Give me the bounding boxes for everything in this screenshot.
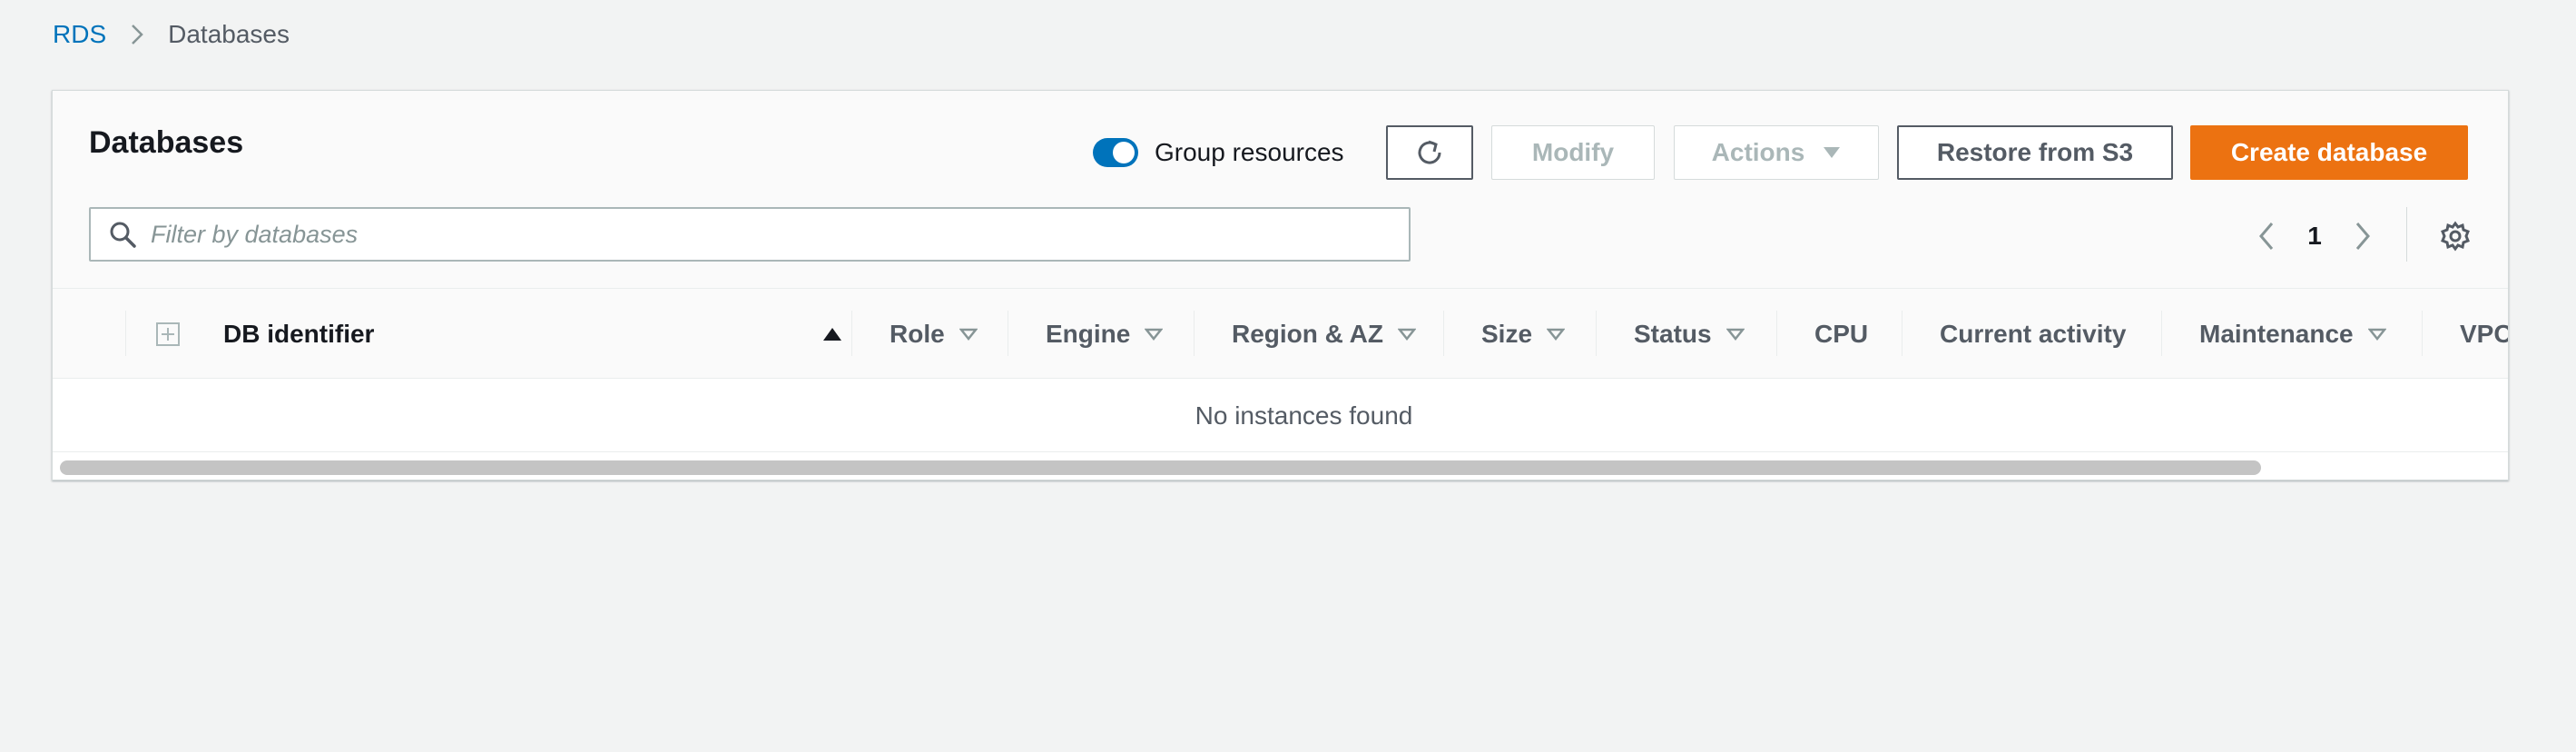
caret-down-icon	[1823, 146, 1841, 159]
column-header-cpu[interactable]: CPU	[1814, 289, 1868, 379]
sort-icon	[2367, 328, 2386, 341]
scrollbar-thumb[interactable]	[60, 460, 2261, 475]
column-separator	[2422, 311, 2423, 356]
previous-page-button[interactable]	[2248, 218, 2285, 254]
column-header-db-identifier[interactable]: DB identifier	[223, 289, 868, 379]
databases-panel: Databases Group resources Modify Actions…	[52, 90, 2509, 480]
search-icon	[109, 221, 136, 248]
breadcrumb: RDS Databases	[53, 18, 290, 51]
chevron-left-icon	[2258, 222, 2275, 251]
refresh-icon	[1413, 136, 1446, 169]
chevron-right-icon	[2355, 222, 2371, 251]
panel-header: Databases Group resources Modify Actions…	[53, 91, 2508, 289]
actions-button[interactable]: Actions	[1674, 125, 1879, 180]
breadcrumb-current: Databases	[168, 20, 290, 48]
column-header-vpc[interactable]: VPC	[2460, 289, 2509, 379]
column-label: CPU	[1814, 319, 1869, 348]
column-header-current-activity[interactable]: Current activity	[1940, 289, 2126, 379]
sort-icon	[1547, 328, 1566, 341]
next-page-button[interactable]	[2345, 218, 2381, 254]
column-header-engine[interactable]: Engine	[1046, 289, 1164, 379]
column-header-size[interactable]: Size	[1481, 289, 1566, 379]
column-header-region-az[interactable]: Region & AZ	[1232, 289, 1416, 379]
group-resources-label: Group resources	[1155, 138, 1344, 166]
column-separator	[851, 311, 852, 356]
toggle-knob	[1113, 142, 1135, 163]
create-database-button[interactable]: Create database	[2190, 125, 2468, 180]
column-separator	[1776, 311, 1777, 356]
modify-button[interactable]: Modify	[1491, 125, 1655, 180]
column-separator	[1194, 311, 1195, 356]
expand-all-icon[interactable]	[155, 322, 181, 347]
sort-icon	[1397, 328, 1416, 341]
filter-box	[89, 207, 1411, 262]
horizontal-scrollbar[interactable]	[56, 459, 2506, 477]
sort-icon	[1145, 328, 1164, 341]
column-separator	[2161, 311, 2162, 356]
table-header: DB identifier Role Engine Region & AZ Si…	[53, 289, 2508, 379]
preferences-button[interactable]	[2435, 216, 2475, 256]
sort-ascending-icon	[822, 327, 842, 341]
sort-icon	[1726, 328, 1745, 341]
column-label: Engine	[1046, 319, 1131, 348]
column-label: Role	[890, 319, 945, 348]
column-label: DB identifier	[223, 319, 375, 348]
group-resources-toggle[interactable]: Group resources	[1093, 134, 1344, 171]
column-label: Status	[1634, 319, 1712, 348]
gear-icon	[2440, 221, 2471, 252]
column-header-role[interactable]: Role	[890, 289, 978, 379]
actions-label: Actions	[1711, 138, 1805, 166]
column-label: Maintenance	[2199, 319, 2354, 348]
column-separator	[1443, 311, 1444, 356]
column-label: VPC	[2460, 319, 2509, 348]
column-separator	[1902, 311, 1903, 356]
column-header-status[interactable]: Status	[1634, 289, 1745, 379]
column-label: Size	[1481, 319, 1533, 348]
column-label: Region & AZ	[1232, 319, 1383, 348]
empty-state-message: No instances found	[1195, 401, 1413, 430]
empty-state-row: No instances found	[53, 380, 2508, 452]
refresh-button[interactable]	[1386, 125, 1473, 180]
column-header-maintenance[interactable]: Maintenance	[2199, 289, 2386, 379]
column-separator	[1596, 311, 1597, 356]
filter-input[interactable]	[151, 220, 1331, 249]
pager-divider	[2406, 207, 2407, 262]
sort-icon	[959, 328, 978, 341]
column-separator	[125, 311, 126, 356]
panel-title: Databases	[89, 125, 244, 160]
chevron-right-icon	[130, 23, 144, 46]
toggle-switch[interactable]	[1093, 138, 1138, 167]
restore-from-s3-button[interactable]: Restore from S3	[1897, 125, 2173, 180]
column-label: Current activity	[1940, 319, 2127, 348]
breadcrumb-link-rds[interactable]: RDS	[53, 20, 106, 49]
current-page-number[interactable]: 1	[2295, 218, 2335, 254]
